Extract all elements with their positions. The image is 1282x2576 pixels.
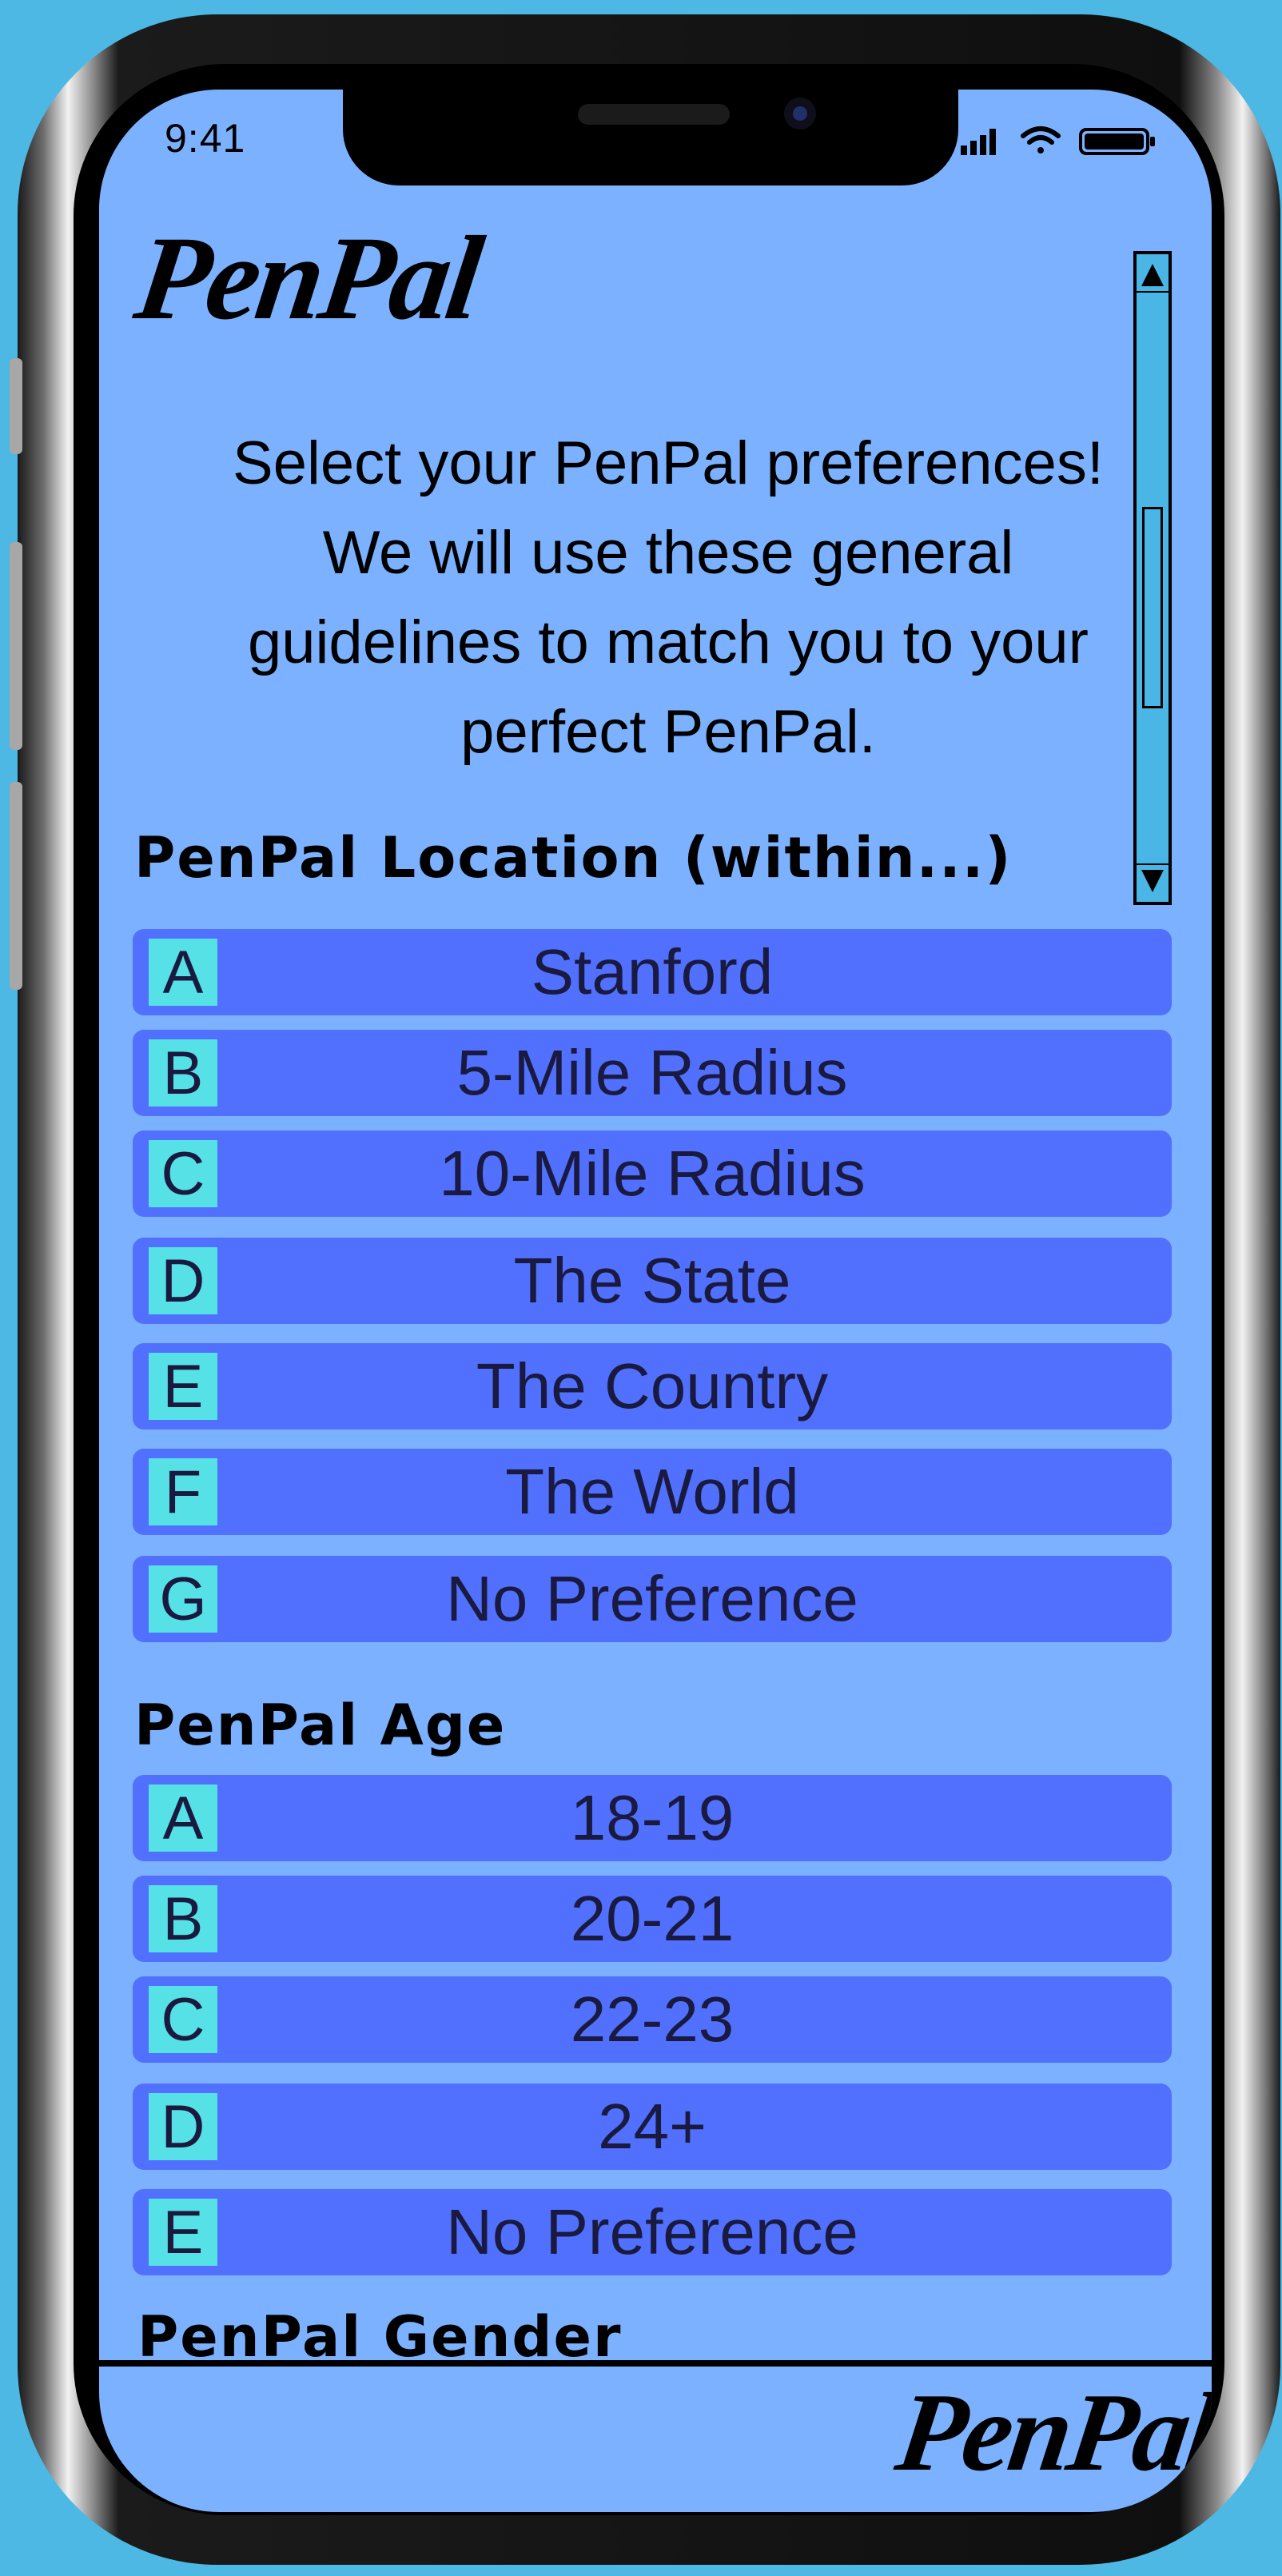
app-logo: PenPal — [128, 212, 488, 345]
location-option-10-mile[interactable]: 10-Mile Radius C — [133, 1130, 1172, 1217]
intro-line: perfect PenPal. — [460, 698, 876, 766]
speaker-grille — [578, 104, 730, 125]
intro-line: Select your PenPal preferences! — [233, 429, 1104, 497]
age-option-22-23[interactable]: 22-23 C — [133, 1976, 1172, 2063]
option-letter-badge: B — [149, 1885, 217, 1953]
option-label: No Preference — [446, 1563, 858, 1634]
age-option-20-21[interactable]: 20-21 B — [133, 1876, 1172, 1962]
option-label: 24+ — [598, 2091, 707, 2162]
age-option-24-plus[interactable]: 24+ D — [133, 2084, 1172, 2170]
battery-icon — [1079, 128, 1155, 155]
scroll-up-arrow-icon[interactable] — [1137, 254, 1169, 293]
location-section-title: PenPal Location (within...) — [134, 825, 1013, 891]
status-icons — [961, 126, 1155, 155]
footer-logo: PenPal — [890, 2371, 1212, 2494]
option-letter-badge: E — [149, 2199, 217, 2267]
intro-line: We will use these general — [322, 519, 1014, 587]
age-option-18-19[interactable]: 18-19 A — [133, 1775, 1172, 1861]
option-letter-badge: A — [149, 1784, 217, 1852]
notch — [343, 90, 958, 185]
footer-divider — [99, 2360, 1212, 2367]
option-letter-badge: A — [149, 939, 217, 1007]
option-label: 10-Mile Radius — [439, 1138, 866, 1209]
volume-up-button — [10, 542, 22, 750]
option-label: The State — [513, 1245, 791, 1316]
intro-text: Select your PenPal preferences! We will … — [165, 419, 1172, 777]
option-letter-badge: D — [149, 2093, 217, 2161]
camera-icon — [784, 98, 816, 130]
option-label: 18-19 — [570, 1782, 735, 1853]
option-label: 22-23 — [570, 1984, 735, 2055]
mute-switch — [10, 358, 22, 454]
location-option-stanford[interactable]: Stanford A — [133, 929, 1172, 1015]
signal-icon — [961, 129, 996, 155]
app-screen: 9:41 PenPal Select your PenPal preferenc… — [99, 90, 1212, 2512]
location-option-no-preference[interactable]: No Preference G — [133, 1556, 1172, 1642]
age-section-title: PenPal Age — [134, 1693, 507, 1758]
option-letter-badge: C — [149, 1140, 217, 1208]
volume-down-button — [10, 782, 22, 990]
intro-line: guidelines to match you to your — [248, 608, 1089, 676]
option-letter-badge: G — [149, 1565, 217, 1633]
location-option-5-mile[interactable]: 5-Mile Radius B — [133, 1030, 1172, 1116]
option-letter-badge: F — [149, 1458, 217, 1526]
location-option-country[interactable]: The Country E — [133, 1343, 1172, 1430]
status-time: 9:41 — [165, 116, 246, 161]
option-label: 5-Mile Radius — [456, 1037, 848, 1108]
option-letter-badge: D — [149, 1247, 217, 1315]
option-letter-badge: E — [149, 1353, 217, 1421]
location-option-state[interactable]: The State D — [133, 1238, 1172, 1324]
wifi-icon — [1021, 126, 1061, 154]
option-label: The World — [505, 1456, 799, 1527]
age-option-no-preference[interactable]: No Preference E — [133, 2189, 1172, 2275]
option-label: No Preference — [446, 2196, 858, 2267]
location-option-world[interactable]: The World F — [133, 1449, 1172, 1535]
option-letter-badge: B — [149, 1039, 217, 1107]
option-label: The Country — [476, 1350, 829, 1422]
option-label: 20-21 — [570, 1883, 735, 1954]
gender-section-title: PenPal Gender — [137, 2304, 623, 2362]
scroll-down-arrow-icon[interactable] — [1137, 863, 1169, 902]
option-letter-badge: C — [149, 1986, 217, 2054]
option-label: Stanford — [531, 936, 774, 1007]
